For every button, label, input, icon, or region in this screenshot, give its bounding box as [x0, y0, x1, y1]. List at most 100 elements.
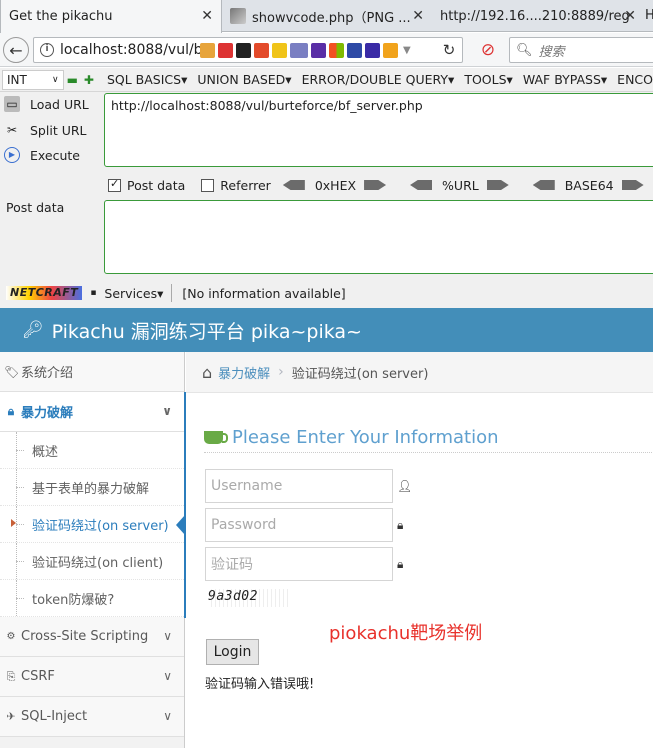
menu-encoding[interactable]: ENCO — [617, 72, 653, 87]
netcraft-logo[interactable]: NETCRAFT — [6, 286, 83, 300]
netcraft-menu-arrow[interactable]: ▪ — [90, 288, 96, 298]
hex-decode-arrow-icon[interactable] — [282, 180, 305, 190]
tab-title: showvcode.php（PNG ... — [252, 10, 411, 26]
split-url-button[interactable]: ✂ Split URL — [4, 119, 87, 141]
netcraft-toolbar: NETCRAFT ▪ Services▾ [No information ava… — [0, 280, 653, 306]
menu-tools[interactable]: TOOLS▾ — [464, 72, 513, 87]
post-data-textarea[interactable] — [104, 200, 653, 274]
password-placeholder: Password — [211, 517, 277, 533]
breadcrumb-current: 验证码绕过(on server) — [291, 366, 429, 382]
shield-icon[interactable] — [383, 42, 398, 58]
sidebar-item-label: 暴力破解 — [21, 406, 74, 421]
captcha-code: 9a3d02 — [208, 589, 258, 604]
base64-encode-arrow-icon[interactable] — [621, 180, 644, 190]
windows-icon[interactable] — [329, 42, 344, 58]
search-placeholder: 搜索 — [538, 44, 565, 60]
sidebar-item-intro[interactable]: 🏷︎ 系统介绍 — [0, 352, 184, 392]
menu-error-double-query[interactable]: ERROR/DOUBLE QUERY▾ — [302, 72, 455, 87]
url-textarea[interactable]: http://localhost:8088/vul/burteforce/bf_… — [104, 93, 653, 167]
flag-icon[interactable] — [236, 42, 251, 58]
sidebar-subitem-label: 验证码绕过(on client) — [32, 555, 164, 571]
f-icon[interactable] — [254, 42, 269, 58]
b-icon[interactable] — [311, 42, 326, 58]
reload-icon[interactable]: ↻ — [436, 37, 462, 63]
search-input[interactable]: 🔍︎ 搜索 — [509, 37, 653, 63]
sidebar-item-xss[interactable]: ⚙︎ Cross-Site Scripting ∨ — [0, 617, 184, 657]
captcha-placeholder: 验证码 — [211, 557, 253, 573]
url-encode-arrow-icon[interactable] — [486, 180, 509, 190]
sidebar-subitem-captcha-client[interactable]: 验证码绕过(on client) — [0, 543, 184, 580]
tab-192-reg[interactable]: http://192.16....210:8889/reg ✕ — [432, 0, 644, 32]
plus-icon[interactable]: ✚ — [84, 73, 94, 87]
int-select[interactable]: INT ∨ — [2, 69, 64, 90]
execute-button[interactable]: ▶ Execute — [4, 144, 80, 166]
wave-icon[interactable] — [347, 42, 362, 58]
sidebar-subitem-captcha-server[interactable]: 验证码绕过(on server) — [0, 506, 185, 543]
fighter-jet-icon: ✈︎ — [6, 710, 16, 723]
minus-icon[interactable]: ▬ — [67, 73, 78, 87]
home-icon[interactable]: ⌂ — [202, 363, 212, 382]
divider — [171, 284, 173, 302]
post-data-label: Post data — [6, 200, 65, 215]
chevron-down-icon[interactable]: ▼ — [403, 45, 411, 56]
menu-waf-bypass[interactable]: WAF BYPASS▾ — [523, 72, 607, 87]
site-title[interactable]: Pikachu 漏洞练习平台 pika~pika~ — [52, 317, 362, 344]
close-icon[interactable]: ✕ — [412, 8, 424, 24]
close-icon[interactable]: ✕ — [624, 8, 636, 24]
sidebar-item-csrf[interactable]: ⎘ CSRF ∨ — [0, 657, 184, 697]
form-title: Please Enter Your Information — [204, 423, 653, 453]
close-icon[interactable]: ✕ — [201, 8, 213, 24]
url-bar[interactable]: i localhost:8088/vul/b ▼ — [33, 37, 463, 63]
sidebar-subitem-form-bruteforce[interactable]: 基于表单的暴力破解 — [0, 469, 184, 506]
username-field[interactable]: Username — [205, 469, 393, 503]
load-url-button[interactable]: ▭ Load URL — [4, 93, 89, 115]
captcha-field[interactable]: 验证码 — [205, 547, 393, 581]
sidebar-subitem-label: 验证码绕过(on server) — [32, 518, 169, 534]
password-field[interactable]: Password — [205, 508, 393, 542]
login-button[interactable]: Login — [206, 639, 259, 665]
annotation-text: piokachu靶场举例 — [329, 623, 483, 644]
breadcrumb-link-bruteforce[interactable]: 暴力破解 — [218, 363, 270, 382]
info-icon[interactable]: i — [40, 43, 54, 57]
sidebar-subitem-overview[interactable]: 概述 — [0, 432, 184, 469]
sidebar-item-sql-inject[interactable]: ✈︎ SQL-Inject ∨ — [0, 697, 184, 737]
sidebar-item-label: SQL-Inject — [21, 709, 88, 724]
url-text[interactable]: localhost:8088/vul/b — [60, 42, 200, 58]
navigation-bar: ← i localhost:8088/vul/b ▼ ↻ ⊘ 🔍︎ 搜索 — [0, 33, 653, 67]
search-icon: 🔍︎ — [516, 42, 533, 58]
tab-get-the-pikachu[interactable]: Get the pikachu ✕ — [0, 0, 222, 33]
back-arrow-icon[interactable]: ← — [3, 37, 29, 63]
tab-overflow[interactable]: H — [645, 8, 653, 23]
tab-showvcode[interactable]: showvcode.php（PNG ... ✕ — [222, 0, 432, 32]
url-decode-arrow-icon[interactable] — [410, 180, 433, 190]
sidebar-subitem-token[interactable]: token防爆破? — [0, 580, 184, 617]
caret-right-icon — [11, 519, 16, 527]
share-icon: ⎘ — [6, 669, 16, 683]
pen-icon[interactable] — [218, 42, 233, 58]
menu-union-based[interactable]: UNION BASED▾ — [197, 72, 291, 87]
user-icon: 👤︎ — [397, 479, 413, 493]
referrer-checkbox[interactable] — [201, 178, 215, 192]
lock-icon[interactable] — [272, 42, 287, 58]
form-title-text: Please Enter Your Information — [232, 427, 499, 448]
play-icon: ▶ — [4, 147, 20, 163]
chevron-down-icon: ∨ — [51, 74, 59, 85]
layers-icon[interactable] — [365, 42, 380, 58]
services-menu[interactable]: Services▾ — [104, 286, 163, 301]
hex-encode-arrow-icon[interactable] — [364, 180, 387, 190]
captcha-image[interactable]: 9a3d02 — [208, 589, 288, 607]
menu-sql-basics[interactable]: SQL BASICS▾ — [107, 72, 187, 87]
php-icon[interactable] — [290, 42, 308, 58]
scissors-icon: ✂ — [6, 123, 18, 137]
options-row: Post data Referrer 0xHEX %URL BASE64 — [108, 175, 644, 195]
home-icon[interactable] — [200, 42, 215, 58]
browser-tab-strip: Get the pikachu ✕ showvcode.php（PNG ... … — [0, 0, 653, 33]
block-icon[interactable]: ⊘ — [475, 37, 501, 63]
chevron-down-icon: ∨ — [162, 404, 172, 418]
sidebar-item-bruteforce[interactable]: 🔒︎ 暴力破解 ∨ — [0, 392, 184, 432]
base64-decode-arrow-icon[interactable] — [532, 180, 555, 190]
main-content: Please Enter Your Information Username 👤… — [186, 393, 653, 748]
sidebar-subitem-label: 基于表单的暴力破解 — [32, 481, 150, 497]
lock-icon: 🔒︎ — [397, 518, 404, 532]
post-data-checkbox[interactable] — [108, 177, 121, 192]
